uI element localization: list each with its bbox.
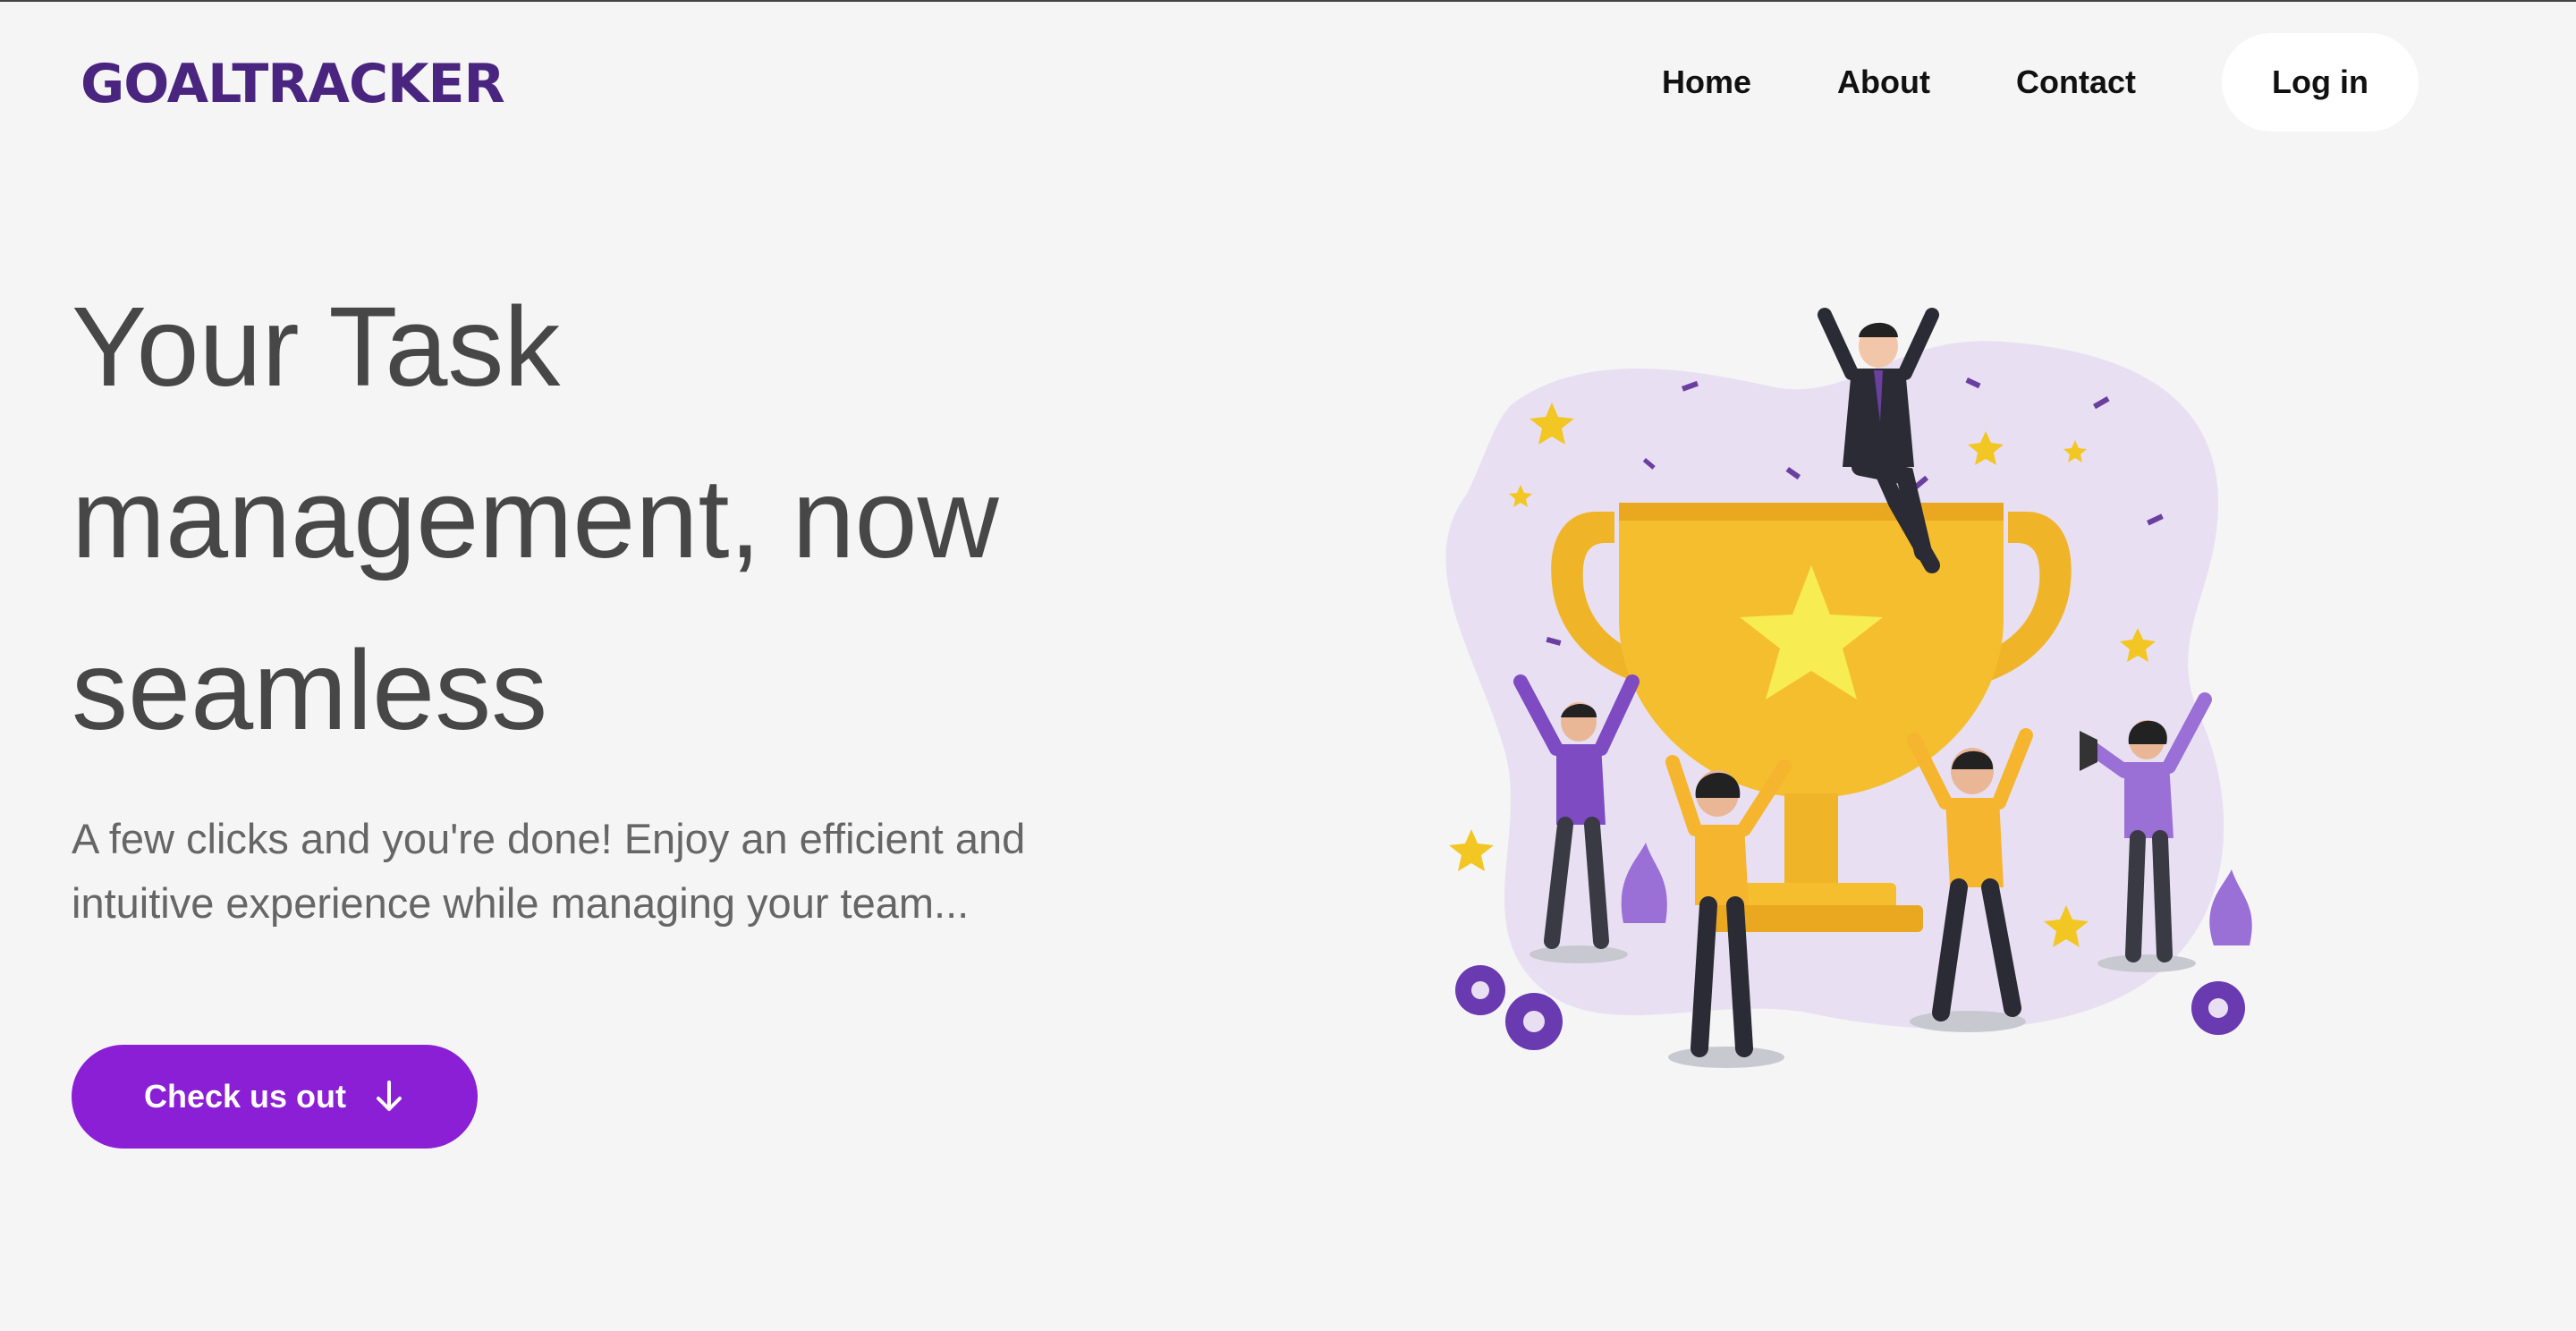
cta-label: Check us out <box>143 1078 347 1115</box>
top-nav: Home About Contact Log in <box>1662 32 2419 132</box>
nav-home-link[interactable]: Home <box>1662 63 1751 102</box>
check-us-out-button[interactable]: Check us out <box>72 1045 478 1149</box>
nav-contact-link[interactable]: Contact <box>2016 63 2136 102</box>
login-button[interactable]: Log in <box>2222 33 2419 131</box>
hero-subtitle: A few clicks and you're done! Enjoy an e… <box>72 815 1026 927</box>
hero-title: Your Task management, now seamless <box>72 284 999 753</box>
trophy-celebration-illustration <box>1445 308 2252 1068</box>
logo[interactable]: GOALTRACKER <box>80 52 505 116</box>
arrow-down-icon <box>373 1079 405 1115</box>
nav-about-link[interactable]: About <box>1837 63 1930 102</box>
